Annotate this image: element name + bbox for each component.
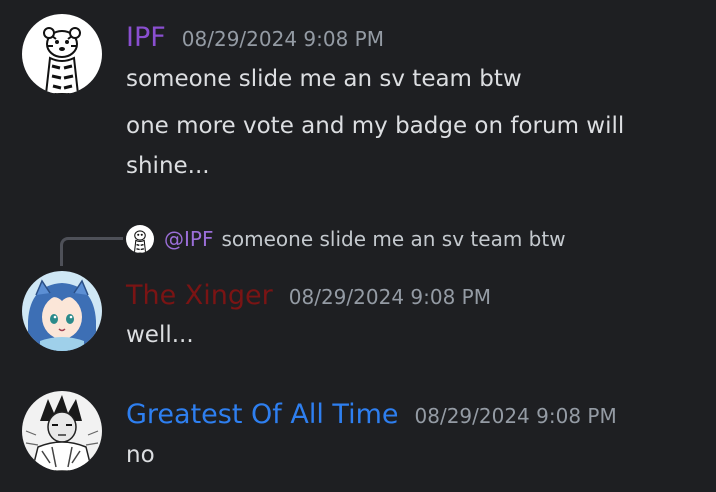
manga-character-avatar-icon[interactable] [22,391,102,471]
message-text: no [126,442,155,468]
reply-mention[interactable]: @IPF [164,227,213,251]
message-header: IPF 08/29/2024 9:08 PM [126,24,384,51]
reply-connector [60,237,123,266]
message-header: The Xinger 08/29/2024 9:08 PM [126,282,491,309]
reply-preview-text: someone slide me an sv team btw [221,227,566,251]
username[interactable]: Greatest Of All Time [126,401,399,428]
anime-girl-avatar-icon[interactable] [22,271,102,351]
chat-log: IPF 08/29/2024 9:08 PM someone slide me … [0,0,716,492]
tiger-avatar-icon [126,225,154,253]
timestamp: 08/29/2024 9:08 PM [414,404,617,428]
message-header: Greatest Of All Time 08/29/2024 9:08 PM [126,401,617,428]
message-text: someone slide me an sv team btw [126,66,522,92]
reply-reference[interactable]: @IPF someone slide me an sv team btw [126,224,566,254]
message-text: one more vote and my badge on forum will… [126,113,625,179]
username[interactable]: The Xinger [126,282,273,309]
timestamp: 08/29/2024 9:08 PM [288,285,491,309]
tiger-avatar-icon[interactable] [22,14,102,94]
message-text: well... [126,322,194,348]
timestamp: 08/29/2024 9:08 PM [181,27,384,51]
username[interactable]: IPF [126,24,166,51]
